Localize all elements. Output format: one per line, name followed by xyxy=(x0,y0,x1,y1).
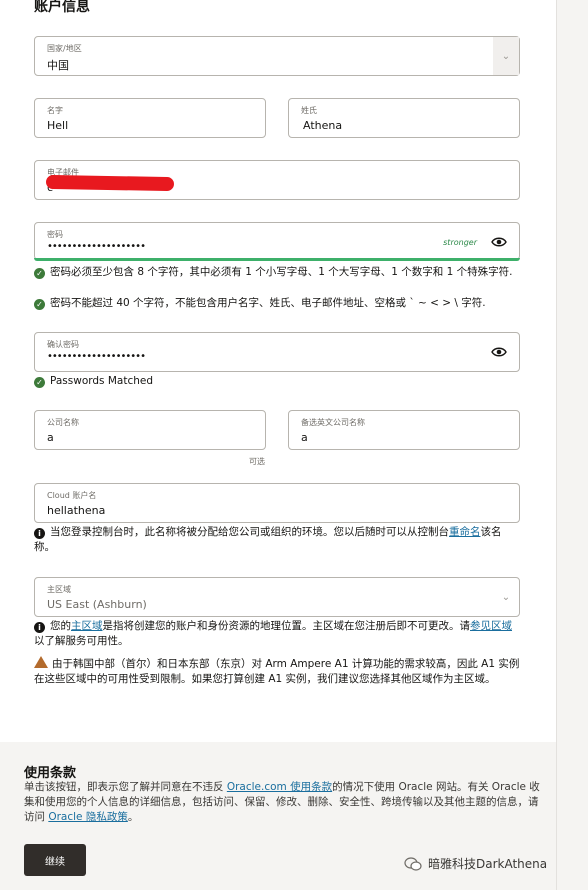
password-strength-bar xyxy=(34,258,520,261)
continue-button[interactable]: 继续 xyxy=(24,844,86,876)
country-label: 国家/地区 xyxy=(47,44,82,53)
company-name-value: a xyxy=(47,431,54,444)
home-region-label: 主区域 xyxy=(47,585,71,594)
rename-link[interactable]: 重命名 xyxy=(449,526,481,538)
password-field[interactable]: 密码 •••••••••••••••••••• stronger xyxy=(34,222,520,261)
password-match-text: Passwords Matched xyxy=(50,375,154,387)
right-gutter xyxy=(556,0,588,890)
eye-icon[interactable] xyxy=(491,236,507,248)
password-match-message: ✓ Passwords Matched xyxy=(34,374,153,389)
warning-icon xyxy=(34,656,48,668)
first-name-field[interactable]: 名字 Hell xyxy=(34,98,266,138)
home-region-info-middle: 是指将创建您的账户和身份资源的地理位置。主区域在您注册后即不可更改。请 xyxy=(102,620,471,632)
chevron-down-icon[interactable]: ⌄ xyxy=(493,578,519,616)
cloud-account-name-label: Cloud 账户名 xyxy=(47,491,97,500)
home-region-info-end: 以了解服务可用性。 xyxy=(34,635,129,647)
alt-company-name-label: 备选英文公司名称 xyxy=(301,418,365,427)
alt-company-name-field[interactable]: 备选英文公司名称 a xyxy=(288,410,520,450)
confirm-password-value: •••••••••••••••••••• xyxy=(47,351,146,362)
eye-icon[interactable] xyxy=(491,346,507,358)
wechat-icon xyxy=(404,856,422,871)
chevron-down-icon[interactable]: ⌄ xyxy=(493,37,519,75)
confirm-password-field[interactable]: 确认密码 •••••••••••••••••••• xyxy=(34,332,520,372)
password-label: 密码 xyxy=(47,230,63,239)
terms-text-end: 。 xyxy=(127,811,139,823)
last-name-label: 姓氏 xyxy=(301,106,317,115)
check-circle-icon: ✓ xyxy=(34,268,45,279)
privacy-policy-link[interactable]: Oracle 隐私政策 xyxy=(48,811,128,823)
confirm-password-label: 确认密码 xyxy=(47,340,79,349)
see-regions-link[interactable]: 参见区域 xyxy=(470,620,512,632)
first-name-value: Hell xyxy=(47,119,69,132)
password-value: •••••••••••••••••••• xyxy=(47,241,146,252)
check-circle-icon: ✓ xyxy=(34,299,45,310)
alt-company-name-value: a xyxy=(301,431,308,444)
company-name-field[interactable]: 公司名称 a xyxy=(34,410,266,450)
home-region-link[interactable]: 主区域 xyxy=(71,620,103,632)
redaction-mark xyxy=(45,174,175,192)
password-rule-2-text: 密码不能超过 40 个字符，不能包含用户名字、姓氏、电子邮件地址、空格或 ` ~… xyxy=(50,297,486,309)
password-strength: stronger xyxy=(443,238,477,247)
company-name-label: 公司名称 xyxy=(47,418,79,427)
password-rule-1-text: 密码必须至少包含 8 个字符，其中必须有 1 个小写字母、1 个大写字母、1 个… xyxy=(50,266,513,278)
oracle-terms-link[interactable]: Oracle.com 使用条款 xyxy=(227,781,332,793)
home-region-select[interactable]: 主区域 US East (Ashburn) ⌄ xyxy=(34,577,520,617)
watermark-text: 暗雅科技DarkAthena xyxy=(428,857,548,871)
password-rule-1: ✓ 密码必须至少包含 8 个字符，其中必须有 1 个小写字母、1 个大写字母、1 … xyxy=(34,265,520,280)
cloud-account-name-field[interactable]: Cloud 账户名 hellathena xyxy=(34,483,520,523)
first-name-label: 名字 xyxy=(47,106,63,115)
country-select[interactable]: 国家/地区 中国 ⌄ xyxy=(34,36,520,76)
cloud-account-info: i 当您登录控制台时，此名称将被分配给您公司或组织的环境。您以后随时可以从控制台重… xyxy=(34,525,520,555)
check-circle-icon: ✓ xyxy=(34,377,45,388)
region-warning: 由于韩国中部（首尔）和日本东部（东京）对 Arm Ampere A1 计算功能的… xyxy=(34,656,520,687)
info-icon: i xyxy=(34,622,45,633)
company-name-optional-hint: 可选 xyxy=(249,457,265,466)
home-region-value: US East (Ashburn) xyxy=(47,598,147,611)
country-value: 中国 xyxy=(47,59,69,72)
terms-text-start: 单击该按钮，即表示您了解并同意在不违反 xyxy=(24,781,227,793)
cloud-account-info-text: 当您登录控制台时，此名称将被分配给您公司或组织的环境。您以后随时可以从控制台 xyxy=(50,526,449,538)
terms-title: 使用条款 xyxy=(24,766,77,781)
info-icon: i xyxy=(34,528,45,539)
section-title: 账户信息 xyxy=(34,0,90,15)
home-region-info-text: 您的 xyxy=(50,620,71,632)
watermark: 暗雅科技DarkAthena xyxy=(404,855,547,872)
last-name-field[interactable]: 姓氏 Athena xyxy=(288,98,520,138)
terms-text: 单击该按钮，即表示您了解并同意在不违反 Oracle.com 使用条款的情况下使… xyxy=(24,780,544,825)
password-rule-2: ✓ 密码不能超过 40 个字符，不能包含用户名字、姓氏、电子邮件地址、空格或 ` … xyxy=(34,296,520,311)
last-name-value: Athena xyxy=(303,119,343,132)
home-region-info: i 您的主区域是指将创建您的账户和身份资源的地理位置。主区域在您注册后即不可更改。… xyxy=(34,619,520,649)
cloud-account-name-value: hellathena xyxy=(47,504,106,517)
region-warning-text: 由于韩国中部（首尔）和日本东部（东京）对 Arm Ampere A1 计算功能的… xyxy=(34,658,520,685)
